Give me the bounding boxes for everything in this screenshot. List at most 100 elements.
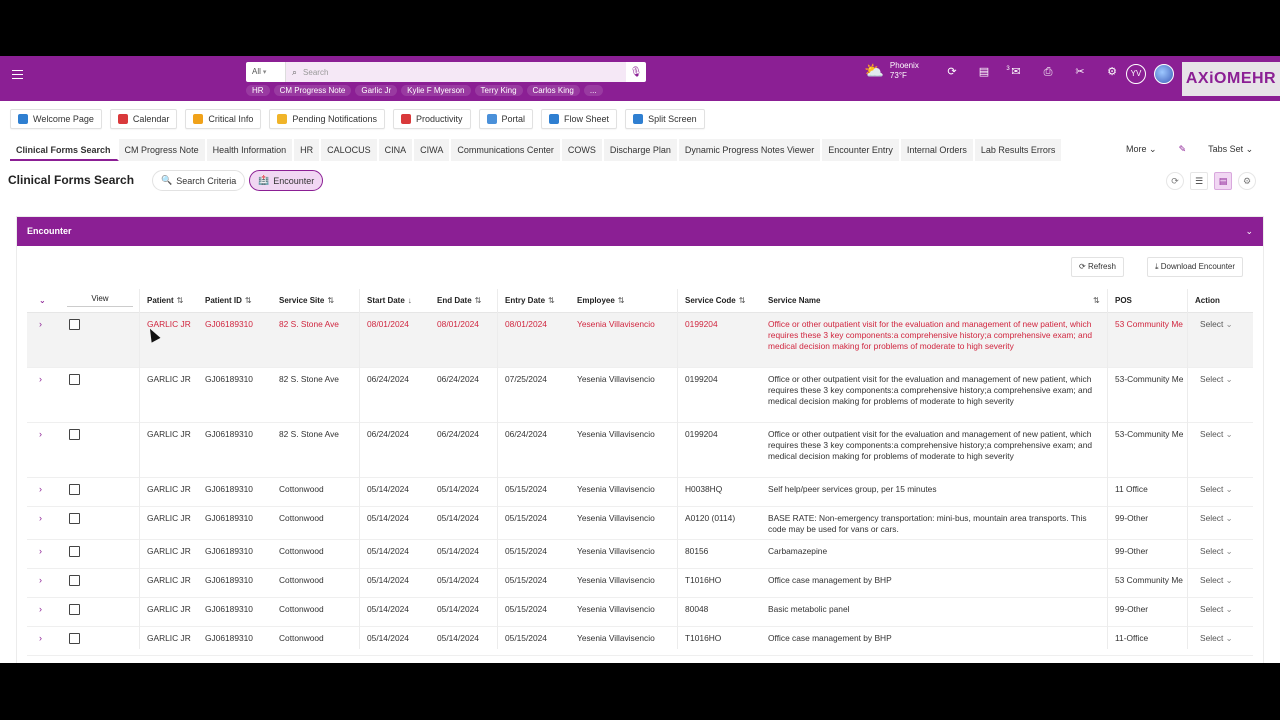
row-checkbox[interactable] [69,604,80,615]
sort-icon[interactable]: ↓ [408,296,412,305]
tabs-set-button[interactable]: Tabs Set ⌄ [1208,144,1253,155]
chevron-right-icon[interactable]: › [39,374,42,384]
more-tabs-button[interactable]: More ⌄ [1126,144,1157,155]
shortcut-button[interactable]: Critical Info [185,109,262,129]
tab-item[interactable]: COWS [561,139,604,161]
circle-button-icon[interactable]: ⟳ [1166,172,1184,190]
sort-icon[interactable]: ⇅ [327,296,334,305]
column-header[interactable]: Service Name ⇅ [768,289,1100,313]
tab-item[interactable]: Health Information [206,139,295,161]
chevron-right-icon[interactable]: › [39,546,42,556]
table-row[interactable]: › GARLIC JR GJ06189310 82 S. Stone Ave 06/24… [27,423,1253,478]
column-header[interactable]: Employee ⇅ [577,289,625,313]
sort-icon[interactable]: ⇅ [475,296,482,305]
shortcut-button[interactable]: Flow Sheet [541,109,618,129]
messages-icon[interactable]: ✉ 3 [1000,64,1032,80]
tab-item[interactable]: Encounter Entry [822,139,901,161]
shortcut-button[interactable]: Welcome Page [10,109,102,129]
sort-icon[interactable]: ⇅ [739,296,746,305]
edit-icon[interactable]: ✎ [1179,144,1187,155]
shortcut-button[interactable]: Split Screen [625,109,705,129]
avatar[interactable] [1154,64,1174,84]
encounter-chip[interactable]: 🏥 Encounter [249,170,324,191]
recent-search-chip[interactable]: Garlic Jr [355,85,398,96]
shortcut-button[interactable]: Pending Notifications [269,109,385,129]
recent-search-chip[interactable]: HR [246,85,270,96]
tab-item[interactable]: CM Progress Note [118,139,207,161]
column-header[interactable]: Entry Date ⇅ [505,289,555,313]
refresh-icon[interactable]: ⟳ [936,64,968,80]
refresh-button[interactable]: ⟳ Refresh [1071,257,1124,277]
action-select[interactable]: Select [1200,484,1233,494]
chevron-right-icon[interactable]: › [39,484,42,494]
chevron-right-icon[interactable]: › [39,575,42,585]
column-header[interactable]: Service Code ⇅ [685,289,745,313]
recent-search-chip[interactable]: ... [583,85,603,96]
table-row[interactable]: › GARLIC JR GJ06189310 Cottonwood 05/14/2024… [27,627,1253,656]
column-header[interactable]: End Date ⇅ [437,289,481,313]
row-checkbox[interactable] [69,633,80,644]
table-row[interactable]: › GARLIC JR GJ06189310 Cottonwood 05/14/2024… [27,478,1253,507]
user-initials-avatar[interactable]: YV [1126,64,1146,84]
settings-icon[interactable]: ⚙ [1238,172,1256,190]
chevron-right-icon[interactable]: › [39,429,42,439]
sort-icon[interactable]: ⇅ [548,296,555,305]
row-checkbox[interactable] [69,319,80,330]
row-checkbox[interactable] [69,575,80,586]
row-checkbox[interactable] [69,484,80,495]
list-view-icon[interactable]: ☰ [1190,172,1208,190]
recent-search-chip[interactable]: Terry King [474,85,523,96]
search-scope-select[interactable]: All [246,62,286,82]
recent-search-chip[interactable]: Kylie F Myerson [401,85,471,96]
shortcut-button[interactable]: Productivity [392,109,471,129]
select-all-chevron-icon[interactable]: ⌄ [39,289,46,313]
row-checkbox[interactable] [69,429,80,440]
row-checkbox[interactable] [69,513,80,524]
chevron-right-icon[interactable]: › [39,633,42,643]
sort-icon[interactable]: ⇅ [618,296,625,305]
printer-icon[interactable]: ⎙ [1032,64,1064,80]
sort-icon[interactable]: ⇅ [1093,289,1100,313]
action-select[interactable]: Select [1200,604,1233,614]
chevron-right-icon[interactable]: › [39,319,42,329]
menu-icon[interactable] [12,70,23,79]
chevron-right-icon[interactable]: › [39,513,42,523]
tab-item[interactable]: Internal Orders [900,139,975,161]
column-header[interactable]: Service Site ⇅ [279,289,334,313]
tab-item[interactable]: CIWA [414,139,452,161]
action-select[interactable]: Select [1200,513,1233,523]
chevron-down-icon[interactable]: ⌄ [1245,217,1253,246]
search-input[interactable]: ⌕ Search [286,62,626,82]
microphone-icon[interactable]: 🎙 [626,67,646,78]
tab-item[interactable]: Lab Results Errors [974,139,1064,161]
action-select[interactable]: Select [1200,575,1233,585]
download-encounter-button[interactable]: ⤓ Download Encounter [1147,257,1244,277]
table-row[interactable]: › GARLIC JR GJ06189310 Cottonwood 05/14/2024… [27,569,1253,598]
tab-item[interactable]: CALOCUS [321,139,379,161]
shortcut-button[interactable]: Portal [478,109,534,129]
column-header[interactable]: Patient ⇅ [147,289,183,313]
table-row[interactable]: › GARLIC JR GJ06189310 Cottonwood 05/14/2024… [27,507,1253,540]
recent-search-chip[interactable]: CM Progress Note [273,85,352,96]
shortcut-button[interactable]: Calendar [109,109,178,129]
row-checkbox[interactable] [69,546,80,557]
table-row[interactable]: › GARLIC JR GJ06189310 Cottonwood 05/14/2024… [27,598,1253,627]
tab-item[interactable]: Dynamic Progress Notes Viewer [678,139,823,161]
detail-view-icon[interactable]: ▤ [1214,172,1232,190]
table-row[interactable]: › GARLIC JR GJ06189310 82 S. Stone Ave 06/24… [27,368,1253,423]
tab-item[interactable]: Communications Center [451,139,562,161]
action-select[interactable]: Select [1200,633,1233,643]
column-header[interactable]: View [67,291,133,307]
tab-item[interactable]: Clinical Forms Search [10,139,119,161]
panel-header[interactable]: Encounter ⌄ [17,217,1263,246]
column-header[interactable]: Patient ID ⇅ [205,289,252,313]
row-checkbox[interactable] [69,374,80,385]
action-select[interactable]: Select [1200,546,1233,556]
tools-icon[interactable]: ✂ [1064,64,1096,80]
table-row[interactable]: › GARLIC JR GJ06189310 82 S. Stone Ave 08/01… [27,313,1253,368]
tab-item[interactable]: HR [294,139,322,161]
action-select[interactable]: Select [1200,429,1233,439]
action-select[interactable]: Select [1200,374,1233,384]
column-header[interactable]: Action [1195,289,1220,313]
gear-icon[interactable]: ⚙ [1096,64,1128,80]
